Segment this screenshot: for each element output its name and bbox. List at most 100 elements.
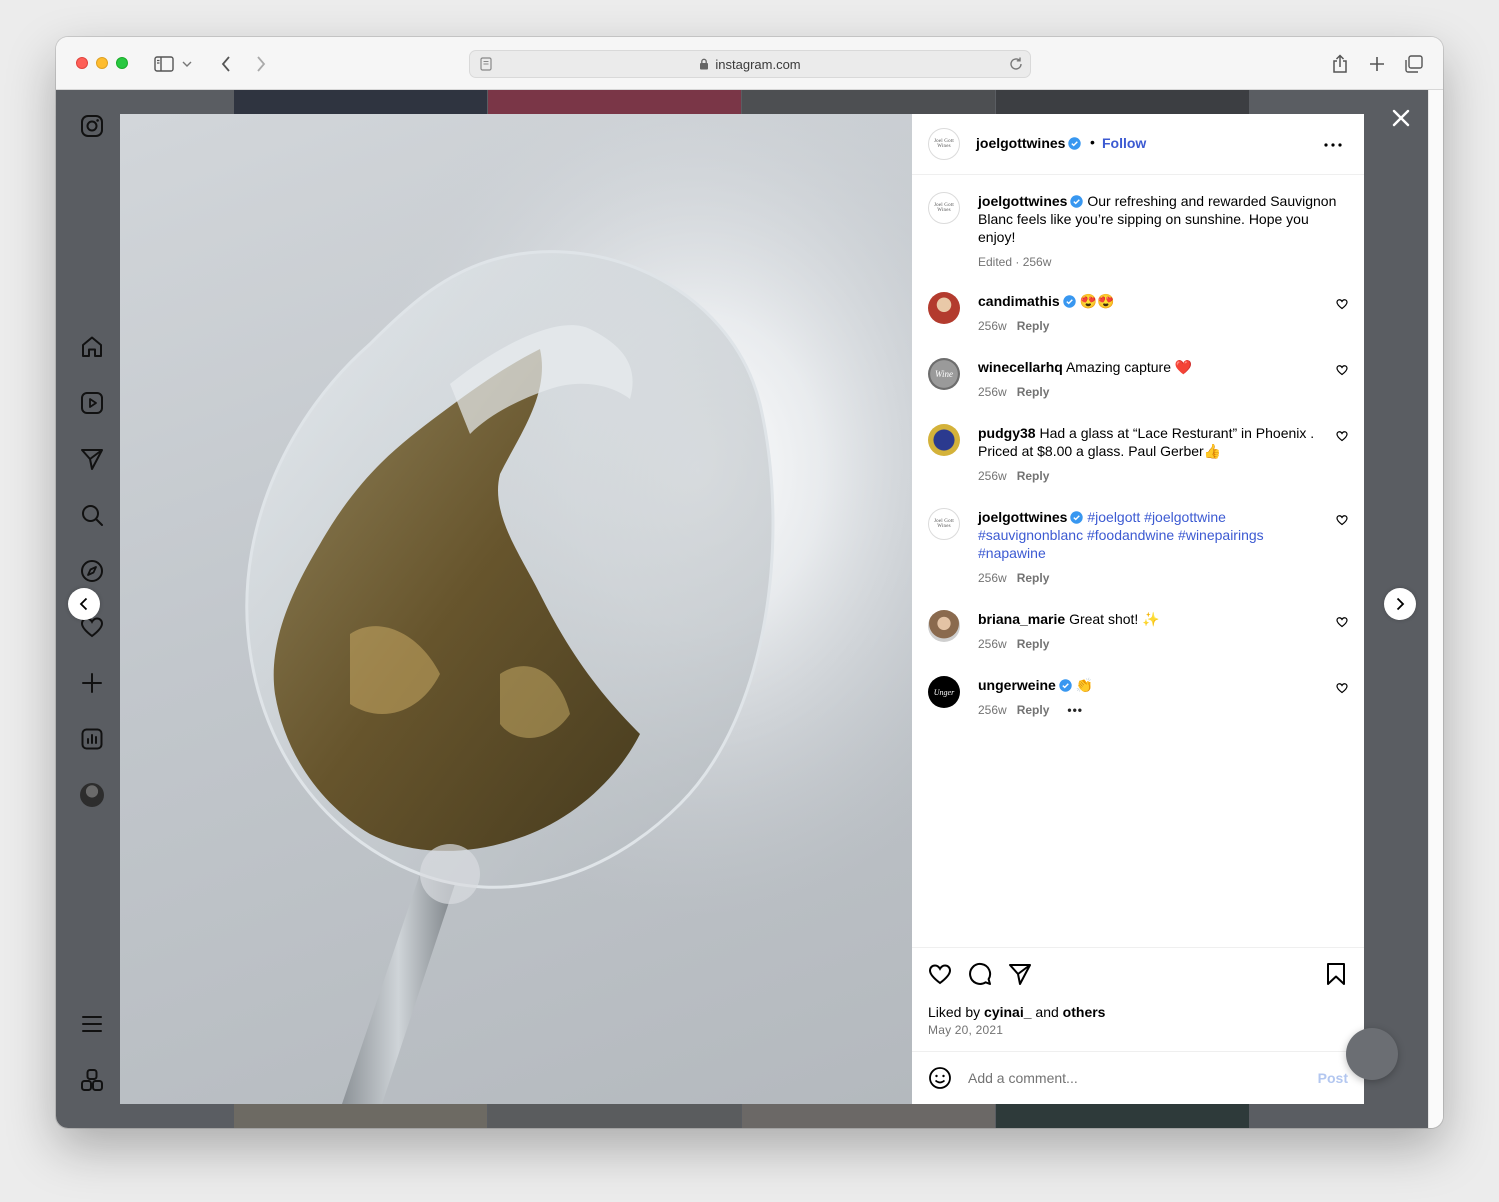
post-header: Joel Gott Wines joelgottwines • Follow — [912, 114, 1364, 175]
liked-by-others[interactable]: others — [1063, 1004, 1106, 1020]
caption-body: joelgottwines Our refreshing and rewarde… — [978, 192, 1338, 271]
comment-item: Wine winecellarhq Amazing capture ❤️ 256… — [928, 358, 1348, 406]
create-icon[interactable] — [78, 669, 106, 697]
grid-tile[interactable] — [996, 1104, 1249, 1128]
post-image[interactable] — [120, 114, 912, 1104]
tab-overview-icon[interactable] — [1401, 51, 1427, 77]
like-comment-icon[interactable] — [1336, 298, 1348, 310]
back-icon[interactable] — [213, 51, 239, 77]
dashboard-icon[interactable] — [78, 725, 106, 753]
add-comment-bar: Post — [912, 1051, 1364, 1104]
like-comment-icon[interactable] — [1336, 682, 1348, 694]
author-name[interactable]: joelgottwines — [976, 135, 1065, 151]
commenter-avatar[interactable] — [928, 610, 960, 642]
comment-username[interactable]: briana_marie — [978, 611, 1065, 627]
scrollbar[interactable] — [1428, 90, 1443, 1128]
comment-username[interactable]: pudgy38 — [978, 425, 1036, 441]
avatar-text: Joel Gott Wines — [934, 518, 954, 530]
address-bar[interactable]: instagram.com — [469, 50, 1031, 78]
reels-icon[interactable] — [78, 389, 106, 417]
comment-username[interactable]: candimathis — [978, 293, 1060, 309]
menu-icon[interactable] — [78, 1010, 106, 1038]
commenter-avatar[interactable]: Unger — [928, 676, 960, 708]
comment-meta: 256w Reply — [978, 635, 1323, 653]
new-tab-icon[interactable] — [1364, 51, 1390, 77]
grid-tile[interactable] — [488, 1104, 741, 1128]
browser-toolbar: instagram.com — [56, 37, 1443, 90]
chevron-left-icon — [79, 597, 88, 611]
previous-post-button[interactable] — [68, 588, 100, 620]
comment-username[interactable]: ungerweine — [978, 677, 1056, 693]
browser-window: instagram.com Joel Gott Wines joelgottwi… — [56, 37, 1443, 1128]
commenter-avatar[interactable]: Wine — [928, 358, 960, 390]
reply-button[interactable]: Reply — [1017, 385, 1050, 399]
next-post-button[interactable] — [1384, 588, 1416, 620]
heart-icon[interactable] — [928, 962, 952, 986]
instagram-icon[interactable] — [78, 112, 106, 140]
comment-icon[interactable] — [968, 962, 992, 986]
comment-text: Great shot! ✨ — [1069, 611, 1160, 627]
verified-icon — [1068, 137, 1082, 150]
chevron-down-icon[interactable] — [180, 51, 194, 77]
reply-button[interactable]: Reply — [1017, 469, 1050, 483]
comment-meta: 256w Reply — [978, 467, 1323, 485]
like-comment-icon[interactable] — [1336, 514, 1348, 526]
bookmark-icon[interactable] — [1324, 962, 1348, 986]
messages-icon[interactable] — [78, 445, 106, 473]
commenter-avatar[interactable] — [928, 424, 960, 456]
reload-icon[interactable] — [1008, 56, 1024, 77]
share-icon[interactable] — [1008, 962, 1032, 986]
like-comment-icon[interactable] — [1336, 364, 1348, 376]
profile-avatar[interactable] — [78, 781, 106, 809]
liked-by-user[interactable]: cyinai_ — [984, 1004, 1031, 1020]
zoom-window-button[interactable] — [116, 57, 128, 69]
emoji-icon[interactable] — [928, 1066, 952, 1090]
reply-button[interactable]: Reply — [1017, 637, 1050, 651]
more-apps-icon[interactable] — [78, 1066, 106, 1094]
close-icon[interactable] — [1388, 105, 1414, 131]
sidebar-toggle-icon[interactable] — [151, 51, 177, 77]
grid-tile[interactable] — [234, 90, 487, 114]
follow-button[interactable]: Follow — [1102, 135, 1146, 151]
comment-item: candimathis 😍😍 256w Reply — [928, 292, 1348, 340]
explore-icon[interactable] — [78, 557, 106, 585]
comment-username[interactable]: joelgottwines — [978, 509, 1067, 525]
messages-floating-button[interactable] — [1346, 1028, 1398, 1080]
caption-username[interactable]: joelgottwines — [978, 193, 1067, 209]
comment-body: candimathis 😍😍 256w Reply — [978, 292, 1323, 335]
comment-time: 256w — [978, 319, 1007, 333]
grid-tile[interactable] — [742, 90, 995, 114]
comment-item: pudgy38 Had a glass at “Lace Resturant” … — [928, 424, 1348, 490]
home-icon[interactable] — [78, 333, 106, 361]
instagram-page-overlay: Joel Gott Wines joelgottwines • Follow J… — [56, 90, 1428, 1128]
forward-icon[interactable] — [248, 51, 274, 77]
more-options-icon[interactable] — [1324, 134, 1342, 152]
grid-tile[interactable] — [996, 90, 1249, 114]
post-date: May 20, 2021 — [928, 1023, 1004, 1037]
verified-icon — [1070, 195, 1084, 208]
minimize-window-button[interactable] — [96, 57, 108, 69]
author-username[interactable]: joelgottwines — [976, 135, 1082, 151]
search-icon[interactable] — [78, 501, 106, 529]
like-comment-icon[interactable] — [1336, 430, 1348, 442]
reply-button[interactable]: Reply — [1017, 703, 1050, 717]
grid-tile[interactable] — [234, 1104, 487, 1128]
reply-button[interactable]: Reply — [1017, 319, 1050, 333]
author-avatar[interactable]: Joel Gott Wines — [928, 128, 960, 160]
reply-button[interactable]: Reply — [1017, 571, 1050, 585]
caption: Joel Gott Wines joelgottwines Our refres… — [928, 192, 1348, 272]
post-comment-button[interactable]: Post — [1318, 1070, 1348, 1086]
grid-tile[interactable] — [742, 1104, 995, 1128]
caption-avatar[interactable]: Joel Gott Wines — [928, 192, 960, 224]
comment-options-icon[interactable]: ••• — [1067, 703, 1083, 717]
comment-username[interactable]: winecellarhq — [978, 359, 1063, 375]
like-comment-icon[interactable] — [1336, 616, 1348, 628]
commenter-avatar[interactable] — [928, 292, 960, 324]
comment-text: 👏 — [1075, 677, 1094, 693]
share-page-icon[interactable] — [1327, 51, 1353, 77]
grid-tile[interactable] — [488, 90, 741, 114]
commenter-avatar[interactable]: Joel Gott Wines — [928, 508, 960, 540]
comment-meta: 256w Reply — [978, 569, 1323, 587]
close-window-button[interactable] — [76, 57, 88, 69]
comment-input[interactable] — [968, 1064, 1298, 1092]
